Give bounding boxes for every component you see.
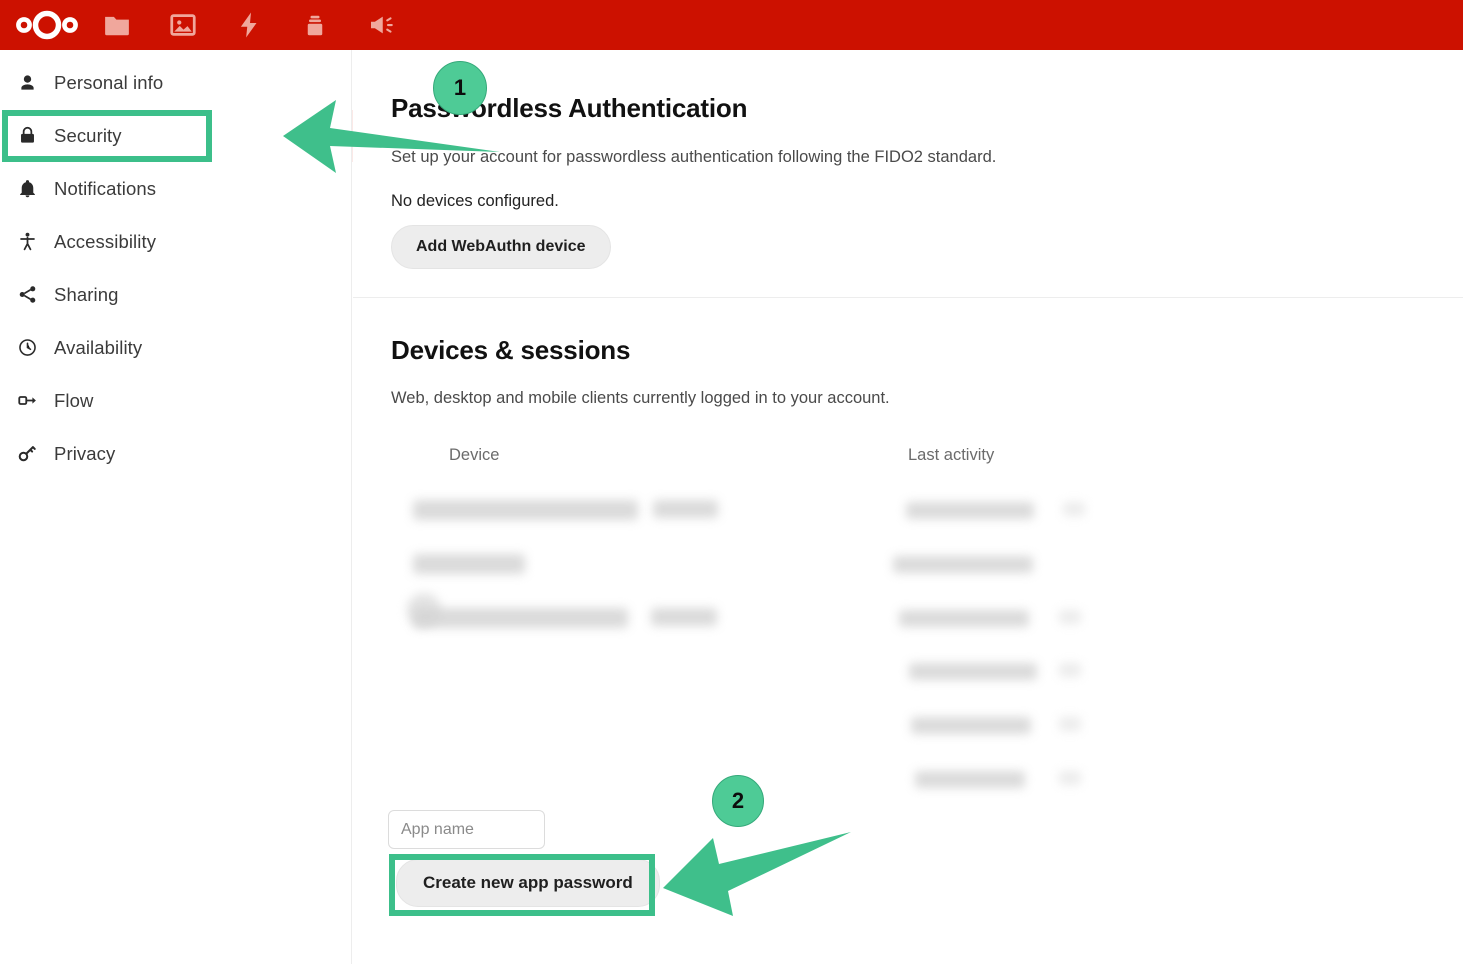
sidebar-item-label: Accessibility (54, 230, 157, 252)
sidebar-item-notifications[interactable]: Notifications (0, 162, 351, 215)
flow-icon (10, 390, 44, 411)
deck-icon[interactable] (282, 0, 348, 50)
app-name-input[interactable] (388, 810, 545, 849)
activity-icon[interactable] (216, 0, 282, 50)
lock-icon (10, 125, 44, 146)
share-icon (10, 284, 44, 305)
passwordless-authentication-section: Passwordless Authentication Set up your … (391, 93, 1421, 269)
sidebar-item-sharing[interactable]: Sharing (0, 268, 351, 321)
column-header-device: Device (449, 446, 500, 464)
section-divider (353, 297, 1463, 298)
accessibility-icon (10, 231, 44, 252)
sidebar-item-label: Flow (54, 389, 94, 411)
photos-icon[interactable] (150, 0, 216, 50)
sidebar-item-label: Availability (54, 336, 143, 358)
passwordless-title: Passwordless Authentication (391, 93, 748, 123)
passwordless-description: Set up your account for passwordless aut… (391, 148, 997, 166)
key-icon (10, 443, 44, 464)
nextcloud-logo[interactable] (10, 0, 84, 50)
devices-title: Devices & sessions (391, 335, 631, 365)
column-header-last-activity: Last activity (908, 446, 995, 464)
sidebar-item-label: Personal info (54, 71, 164, 93)
sidebar-item-label: Security (54, 124, 122, 146)
sidebar-item-accessibility[interactable]: Accessibility (0, 215, 351, 268)
clock-icon (10, 337, 44, 358)
devices-description: Web, desktop and mobile clients currentl… (391, 389, 890, 407)
announcements-icon[interactable] (348, 0, 414, 50)
bell-icon (10, 178, 44, 199)
top-app-bar (0, 0, 1463, 50)
sidebar-item-personal-info[interactable]: Personal info (0, 56, 351, 109)
settings-sidebar: Personal info Security Notifications Acc… (0, 50, 352, 964)
sidebar-item-label: Sharing (54, 283, 119, 305)
sidebar-item-availability[interactable]: Availability (0, 321, 351, 374)
devices-sessions-section: Devices & sessions Web, desktop and mobi… (391, 335, 1421, 408)
sidebar-item-label: Notifications (54, 177, 157, 199)
sidebar-item-privacy[interactable]: Privacy (0, 427, 351, 480)
sidebar-item-label: Privacy (54, 442, 116, 464)
settings-main-content: Passwordless Authentication Set up your … (353, 50, 1463, 964)
files-icon[interactable] (84, 0, 150, 50)
create-new-app-password-button[interactable]: Create new app password (396, 859, 660, 907)
add-webauthn-device-button[interactable]: Add WebAuthn device (391, 225, 611, 269)
passwordless-status: No devices configured. (391, 192, 559, 210)
sidebar-item-flow[interactable]: Flow (0, 374, 351, 427)
person-icon (10, 72, 44, 93)
sidebar-item-security[interactable]: Security (0, 109, 351, 162)
